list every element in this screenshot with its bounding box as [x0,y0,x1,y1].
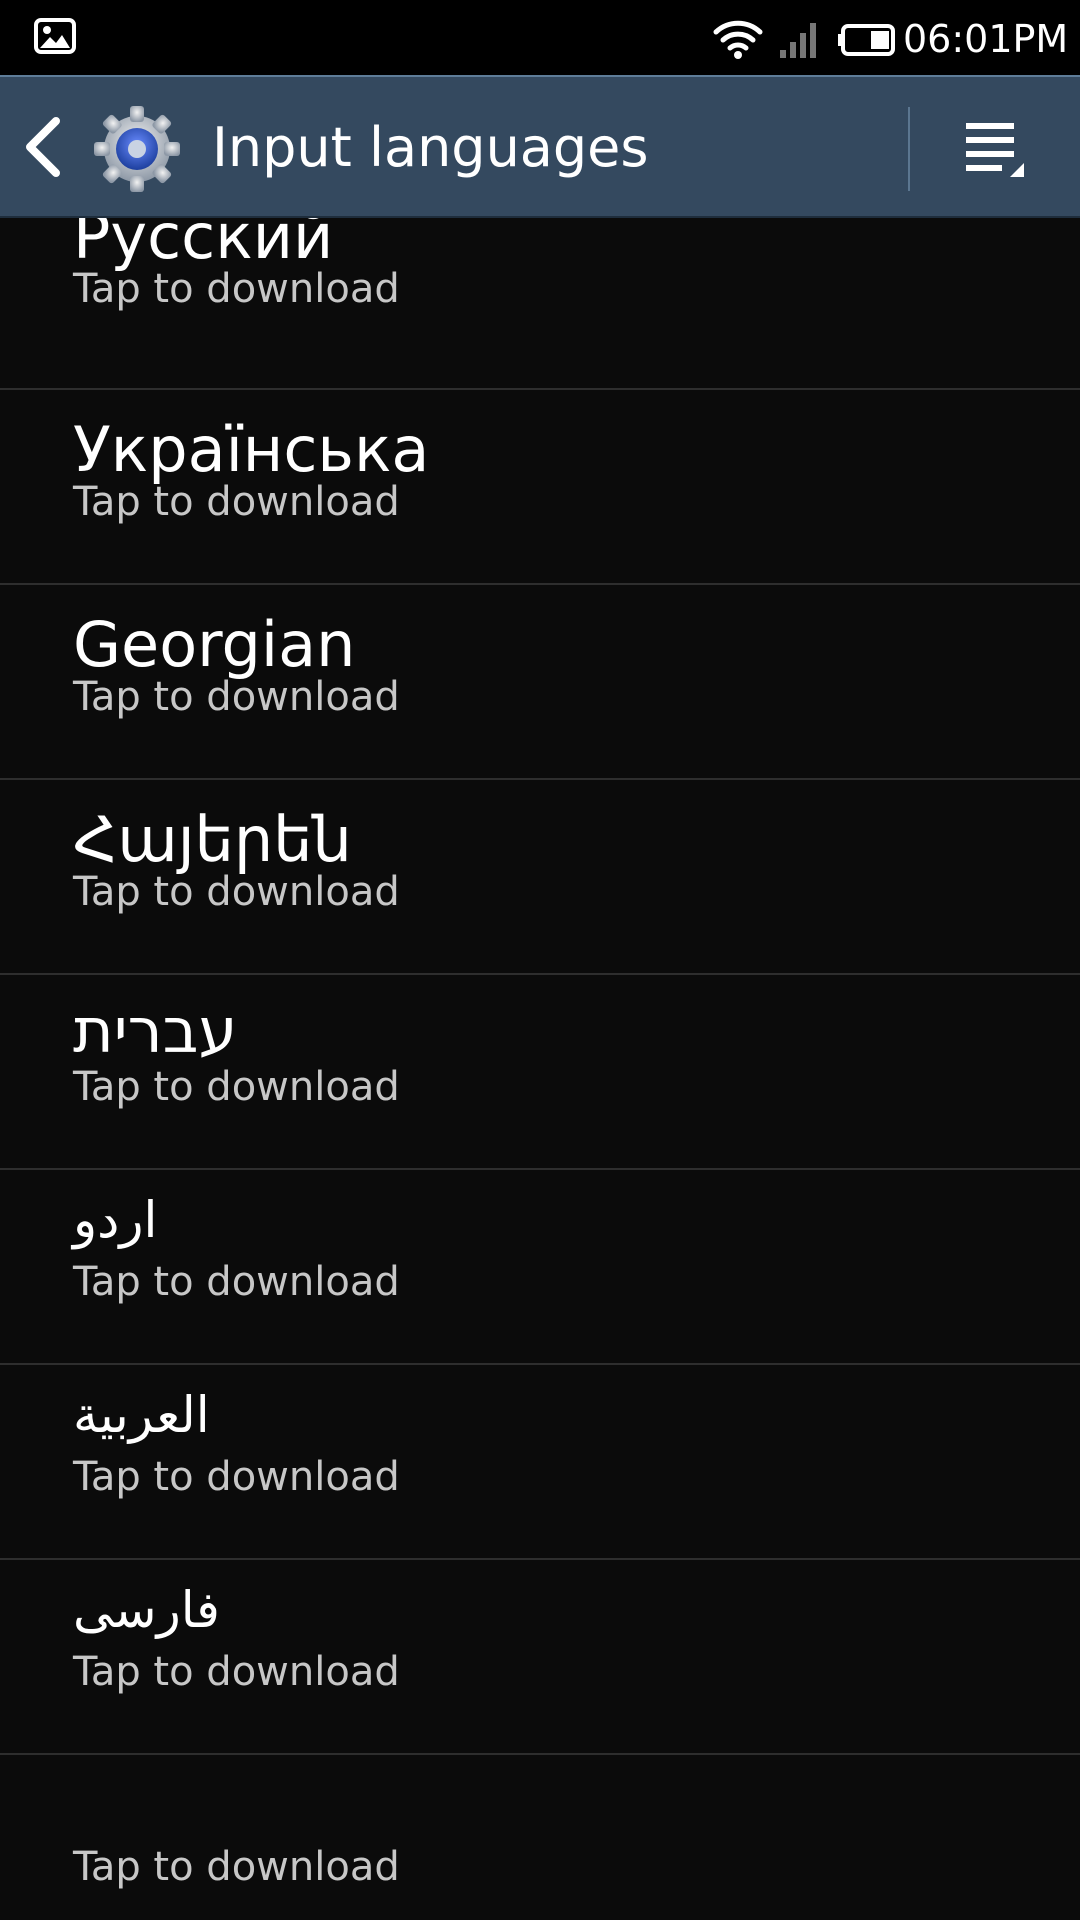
language-item-arabic[interactable]: العربية Tap to download [0,1365,1080,1560]
language-item-persian[interactable]: فارسی Tap to download [0,1560,1080,1755]
language-name: العربية [73,1386,210,1444]
language-status: Tap to download [73,266,400,312]
language-item-georgian[interactable]: Georgian Tap to download [0,585,1080,780]
status-time: 06:01PM [903,17,1069,61]
wifi-icon [713,20,763,59]
language-status: Tap to download [73,1844,400,1890]
language-status: Tap to download [73,479,400,525]
status-bar: 06:01PM [0,0,1080,75]
language-item-russian[interactable]: Русский Tap to download [0,218,1080,390]
language-status: Tap to download [73,1259,400,1305]
page-title: Input languages [212,116,649,179]
language-name: اردو [73,1191,158,1249]
language-status: Tap to download [73,1454,400,1500]
back-button[interactable] [20,115,70,179]
action-bar: Input languages [0,75,1080,218]
overflow-menu-icon[interactable] [960,117,1030,183]
language-status: Tap to download [73,674,400,720]
language-item-ukrainian[interactable]: Українська Tap to download [0,390,1080,585]
language-item-hebrew[interactable]: עברית Tap to download [0,975,1080,1170]
language-item-unnamed[interactable]: Tap to download [0,1755,1080,1920]
language-item-urdu[interactable]: اردو Tap to download [0,1170,1080,1365]
language-status: Tap to download [73,1064,400,1110]
language-list: Русский Tap to download Українська Tap t… [0,218,1080,1920]
language-name: فارسی [73,1581,220,1639]
signal-icon [780,23,816,58]
language-item-armenian[interactable]: Հայերեն Tap to download [0,780,1080,975]
language-name: עברית [73,994,238,1067]
language-status: Tap to download [73,869,400,915]
action-bar-divider [908,107,910,191]
settings-gear-icon[interactable] [92,104,182,194]
battery-icon [838,24,895,56]
image-icon [34,18,76,54]
language-status: Tap to download [73,1649,400,1695]
